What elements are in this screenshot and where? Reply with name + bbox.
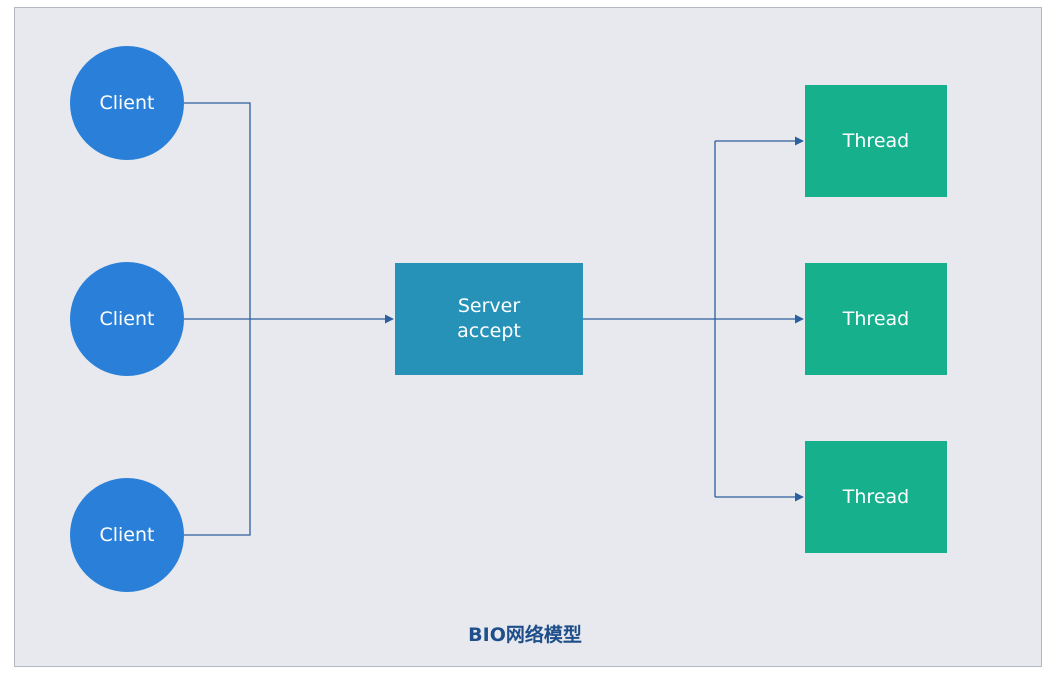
thread-node-1: Thread: [805, 85, 947, 197]
client-node-2: Client: [70, 262, 184, 376]
thread-node-3: Thread: [805, 441, 947, 553]
thread-label: Thread: [842, 486, 910, 508]
client-node-1: Client: [70, 46, 184, 160]
thread-label: Thread: [842, 308, 910, 330]
client-node-3: Client: [70, 478, 184, 592]
thread-label: Thread: [842, 130, 910, 152]
thread-node-2: Thread: [805, 263, 947, 375]
connector-client-3: [184, 319, 251, 536]
server-label-line2: accept: [457, 320, 521, 342]
server-label-line1: Server: [457, 295, 521, 317]
connector-client-1: [184, 102, 251, 319]
client-label: Client: [99, 524, 155, 546]
client-label: Client: [99, 308, 155, 330]
diagram-caption: BIO网络模型: [468, 624, 582, 646]
server-accept-node: Server accept: [395, 263, 583, 375]
client-label: Client: [99, 92, 155, 114]
